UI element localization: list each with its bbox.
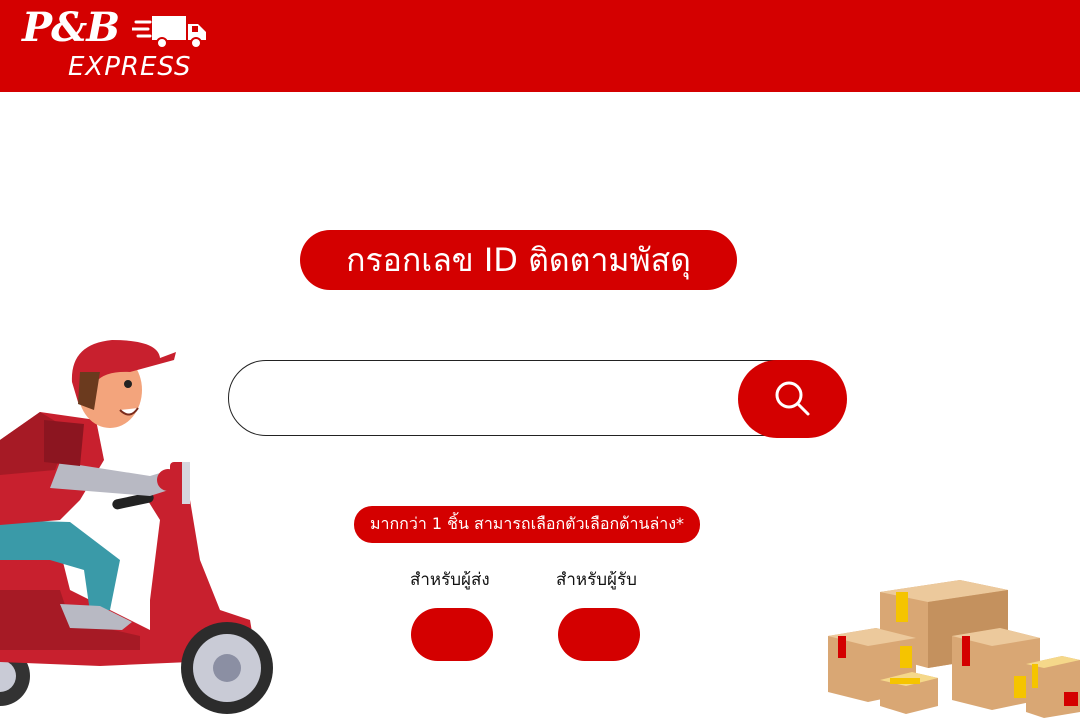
delivery-rider-illustration [0, 340, 273, 714]
page-title: กรอกเลข ID ติดตามพัสดุ [300, 230, 737, 290]
multi-item-note: มากกว่า 1 ชิ้น สามารถเลือกตัวเลือกด้านล่… [354, 506, 700, 543]
top-header-bar: P&B EXPRESS [0, 0, 1080, 92]
sender-option-button[interactable] [411, 608, 493, 661]
sender-option-label: สำหรับผู้ส่ง [410, 570, 490, 590]
tracking-id-input[interactable] [259, 375, 733, 423]
pb-express-logo[interactable]: P&B EXPRESS [18, 4, 218, 90]
receiver-option-label: สำหรับผู้รับ [556, 570, 637, 590]
search-icon [775, 381, 809, 416]
logo-text-top: P&B [22, 4, 120, 51]
parcel-boxes-illustration [828, 580, 1080, 718]
logo-text-bottom: EXPRESS [68, 52, 192, 82]
delivery-truck-icon [132, 16, 206, 49]
receiver-option-button[interactable] [558, 608, 640, 661]
search-button[interactable] [738, 360, 847, 438]
